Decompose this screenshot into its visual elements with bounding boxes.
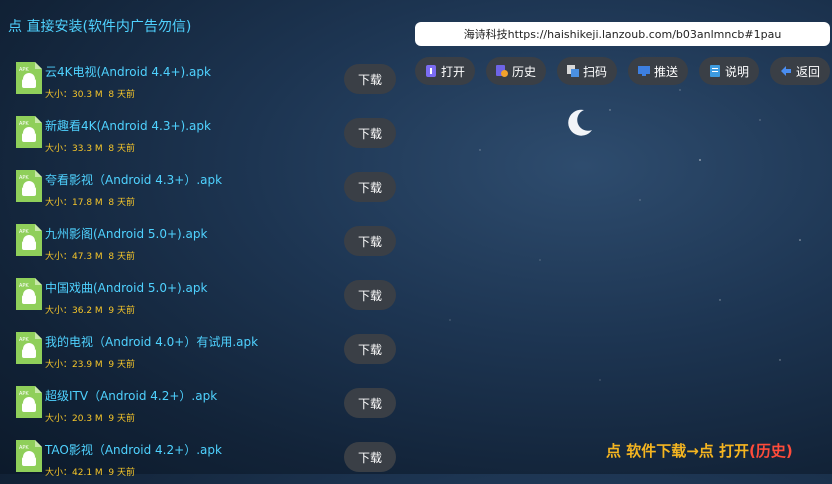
file-size: 大小：17.8 M (45, 198, 103, 208)
file-meta: 大小：47.3 M 8 天前 (45, 249, 135, 262)
scan-icon (566, 65, 579, 77)
download-button[interactable]: 下载 (344, 226, 396, 256)
file-size: 大小：30.3 M (45, 90, 103, 100)
file-name[interactable]: 九州影阁(Android 5.0+).apk (45, 225, 207, 242)
file-size: 大小：20.3 M (45, 414, 103, 424)
apk-file-icon: APK (16, 278, 42, 310)
file-age: 9 天前 (108, 414, 135, 424)
file-name[interactable]: 我的电视（Android 4.0+）有试用.apk (45, 333, 258, 350)
svg-text:APK: APK (19, 175, 29, 181)
apk-file-icon: APK (16, 62, 42, 94)
apk-file-icon: APK (16, 224, 42, 256)
info-icon (709, 65, 721, 77)
list-item: APK 云4K电视(Android 4.4+).apk 大小：30.3 M 8 … (0, 52, 410, 106)
file-age: 9 天前 (108, 306, 135, 316)
list-item: APK 中国戏曲(Android 5.0+).apk 大小：36.2 M 9 天… (0, 268, 410, 322)
page-title[interactable]: 点 直接安装(软件内广告勿信) (8, 16, 191, 36)
file-size: 大小：42.1 M (45, 468, 103, 478)
file-name[interactable]: 中国戏曲(Android 5.0+).apk (45, 279, 207, 296)
apk-file-icon: APK (16, 386, 42, 418)
history-label: 历史 (511, 64, 536, 79)
file-name[interactable]: 夸看影视（Android 4.3+）.apk (45, 171, 222, 188)
svg-text:APK: APK (19, 445, 29, 451)
apk-file-icon: APK (16, 440, 42, 472)
file-size: 大小：36.2 M (45, 306, 103, 316)
download-button[interactable]: 下载 (344, 118, 396, 148)
download-button[interactable]: 下载 (344, 64, 396, 94)
download-button[interactable]: 下载 (344, 442, 396, 472)
file-name[interactable]: TAO影视（Android 4.2+）.apk (45, 441, 222, 458)
svg-text:APK: APK (19, 229, 29, 235)
file-meta: 大小：17.8 M 8 天前 (45, 195, 135, 208)
file-size: 大小：33.3 M (45, 144, 103, 154)
push-button[interactable]: 推送 (628, 57, 688, 85)
list-item: APK 超级ITV（Android 4.2+）.apk 大小：20.3 M 9 … (0, 376, 410, 430)
file-size: 大小：23.9 M (45, 360, 103, 370)
list-item: APK 我的电视（Android 4.0+）有试用.apk 大小：23.9 M … (0, 322, 410, 376)
file-age: 8 天前 (108, 198, 135, 208)
apk-file-icon: APK (16, 170, 42, 202)
back-label: 返回 (795, 64, 820, 79)
file-age: 8 天前 (108, 144, 135, 154)
file-meta: 大小：23.9 M 9 天前 (45, 357, 135, 370)
list-item: APK 夸看影视（Android 4.3+）.apk 大小：17.8 M 8 天… (0, 160, 410, 214)
url-bar[interactable]: 海诗科技https://haishikeji.lanzoub.com/b03an… (415, 22, 830, 46)
push-icon (637, 65, 650, 77)
history-icon (495, 65, 508, 77)
crescent-moon-icon (568, 109, 592, 136)
open-button[interactable]: 打开 (415, 57, 475, 85)
file-age: 8 天前 (108, 90, 135, 100)
file-size: 大小：47.3 M (45, 252, 103, 262)
svg-text:APK: APK (19, 391, 29, 397)
download-button[interactable]: 下载 (344, 172, 396, 202)
info-label: 说明 (724, 64, 749, 79)
apk-file-icon: APK (16, 332, 42, 364)
file-name[interactable]: 超级ITV（Android 4.2+）.apk (45, 387, 217, 404)
file-name[interactable]: 云4K电视(Android 4.4+).apk (45, 63, 211, 80)
download-button[interactable]: 下载 (344, 334, 396, 364)
file-meta: 大小：42.1 M 9 天前 (45, 465, 135, 478)
history-button[interactable]: 历史 (486, 57, 546, 85)
list-item: APK TAO影视（Android 4.2+）.apk 大小：42.1 M 9 … (0, 430, 410, 484)
file-meta: 大小：36.2 M 9 天前 (45, 303, 135, 316)
footer-hint: 点 软件下载→点 打开(历史) (606, 440, 793, 461)
download-button[interactable]: 下载 (344, 280, 396, 310)
file-meta: 大小：30.3 M 8 天前 (45, 87, 135, 100)
info-button[interactable]: 说明 (699, 57, 759, 85)
file-age: 9 天前 (108, 360, 135, 370)
file-age: 8 天前 (108, 252, 135, 262)
footer-hint-main: 点 软件下载→点 打开 (606, 442, 750, 460)
file-meta: 大小：33.3 M 8 天前 (45, 141, 135, 154)
open-label: 打开 (440, 64, 465, 79)
scan-button[interactable]: 扫码 (557, 57, 617, 85)
open-icon (425, 65, 437, 77)
file-list: APK 云4K电视(Android 4.4+).apk 大小：30.3 M 8 … (0, 52, 410, 484)
download-button[interactable]: 下载 (344, 388, 396, 418)
back-icon (780, 65, 792, 77)
svg-text:APK: APK (19, 337, 29, 343)
file-name[interactable]: 新趣看4K(Android 4.3+).apk (45, 117, 211, 134)
scan-label: 扫码 (582, 64, 607, 79)
svg-text:APK: APK (19, 67, 29, 73)
push-label: 推送 (653, 64, 678, 79)
list-item: APK 九州影阁(Android 5.0+).apk 大小：47.3 M 8 天… (0, 214, 410, 268)
svg-text:APK: APK (19, 283, 29, 289)
list-item: APK 新趣看4K(Android 4.3+).apk 大小：33.3 M 8 … (0, 106, 410, 160)
svg-text:APK: APK (19, 121, 29, 127)
apk-file-icon: APK (16, 116, 42, 148)
file-meta: 大小：20.3 M 9 天前 (45, 411, 135, 424)
file-age: 9 天前 (108, 468, 135, 478)
footer-hint-history: (历史) (749, 442, 793, 460)
back-button[interactable]: 返回 (770, 57, 830, 85)
